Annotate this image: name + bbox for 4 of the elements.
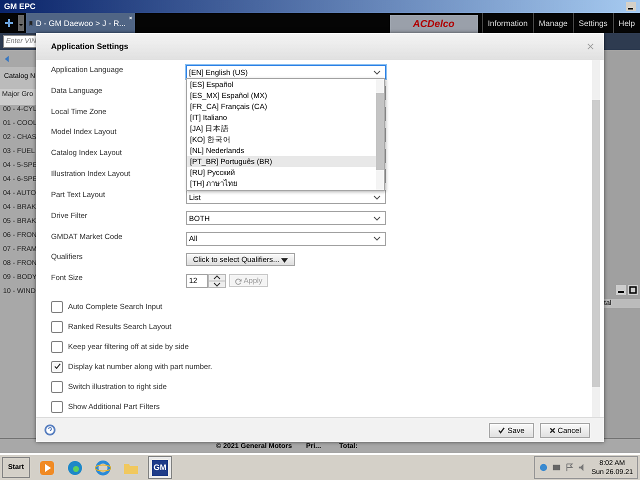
window-title: GM EPC <box>4 2 37 11</box>
brand-logo: ACDelco <box>390 15 478 33</box>
gm-logo: GM <box>152 460 168 476</box>
dialog-title: Application Settings <box>51 42 130 51</box>
